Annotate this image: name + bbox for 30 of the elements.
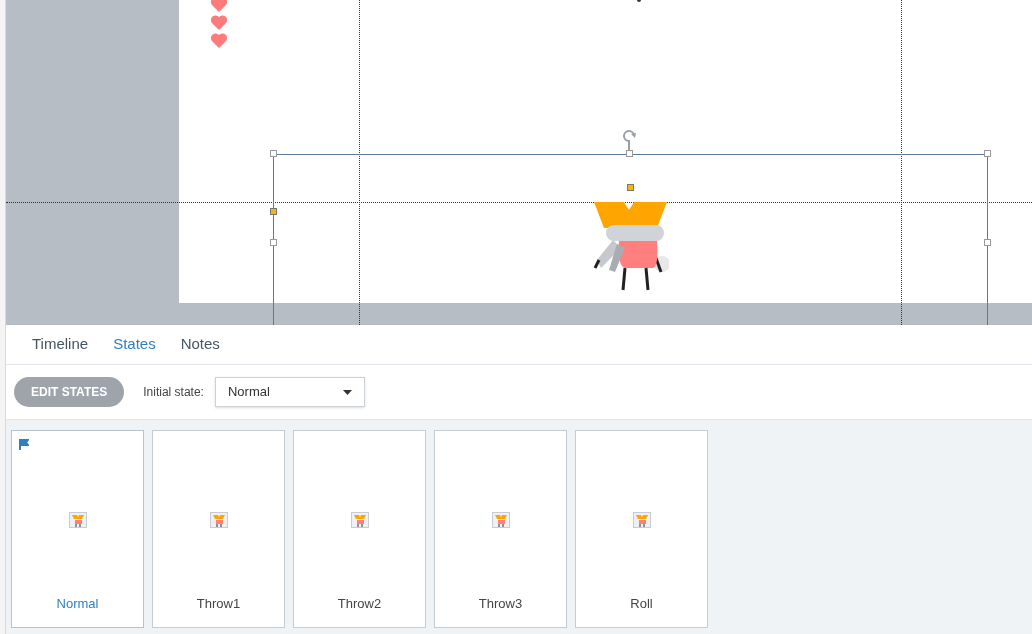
character-thumbnail-icon <box>68 512 87 528</box>
tab[interactable]: States <box>113 333 156 356</box>
state-card[interactable]: Throw2 <box>293 430 426 628</box>
character-thumbnail-icon <box>350 512 369 528</box>
state-name: Throw3 <box>478 594 523 613</box>
tab[interactable]: Notes <box>180 333 220 356</box>
resize-handle[interactable] <box>270 150 277 157</box>
initial-state-dropdown[interactable]: Normal <box>214 377 365 407</box>
resize-handle[interactable] <box>984 150 991 157</box>
state-name: Normal <box>56 594 99 613</box>
character-thumbnail-icon <box>632 512 651 528</box>
caret-icon <box>342 389 352 395</box>
tab[interactable]: Timeline <box>32 333 89 356</box>
state-name: Throw2 <box>337 594 382 613</box>
state-card[interactable]: Throw3 <box>434 430 567 628</box>
resize-handle[interactable] <box>984 239 991 246</box>
character-thumbnail-icon <box>491 512 510 528</box>
initial-state-label: Initial state: <box>143 384 204 401</box>
adjust-handle[interactable] <box>627 184 634 191</box>
state-name: Throw1 <box>196 594 241 613</box>
state-card[interactable]: Normal <box>11 430 144 628</box>
resize-handle[interactable] <box>270 239 277 246</box>
hearts-drawing <box>211 0 227 49</box>
character-thumbnail-icon <box>209 512 228 528</box>
state-name: Roll <box>630 594 653 613</box>
rotate-handle-icon[interactable] <box>621 127 637 151</box>
resize-handle[interactable] <box>626 150 633 157</box>
adjust-handle[interactable] <box>270 208 277 215</box>
state-card[interactable]: Roll <box>575 430 708 628</box>
state-card[interactable]: Throw1 <box>152 430 285 628</box>
